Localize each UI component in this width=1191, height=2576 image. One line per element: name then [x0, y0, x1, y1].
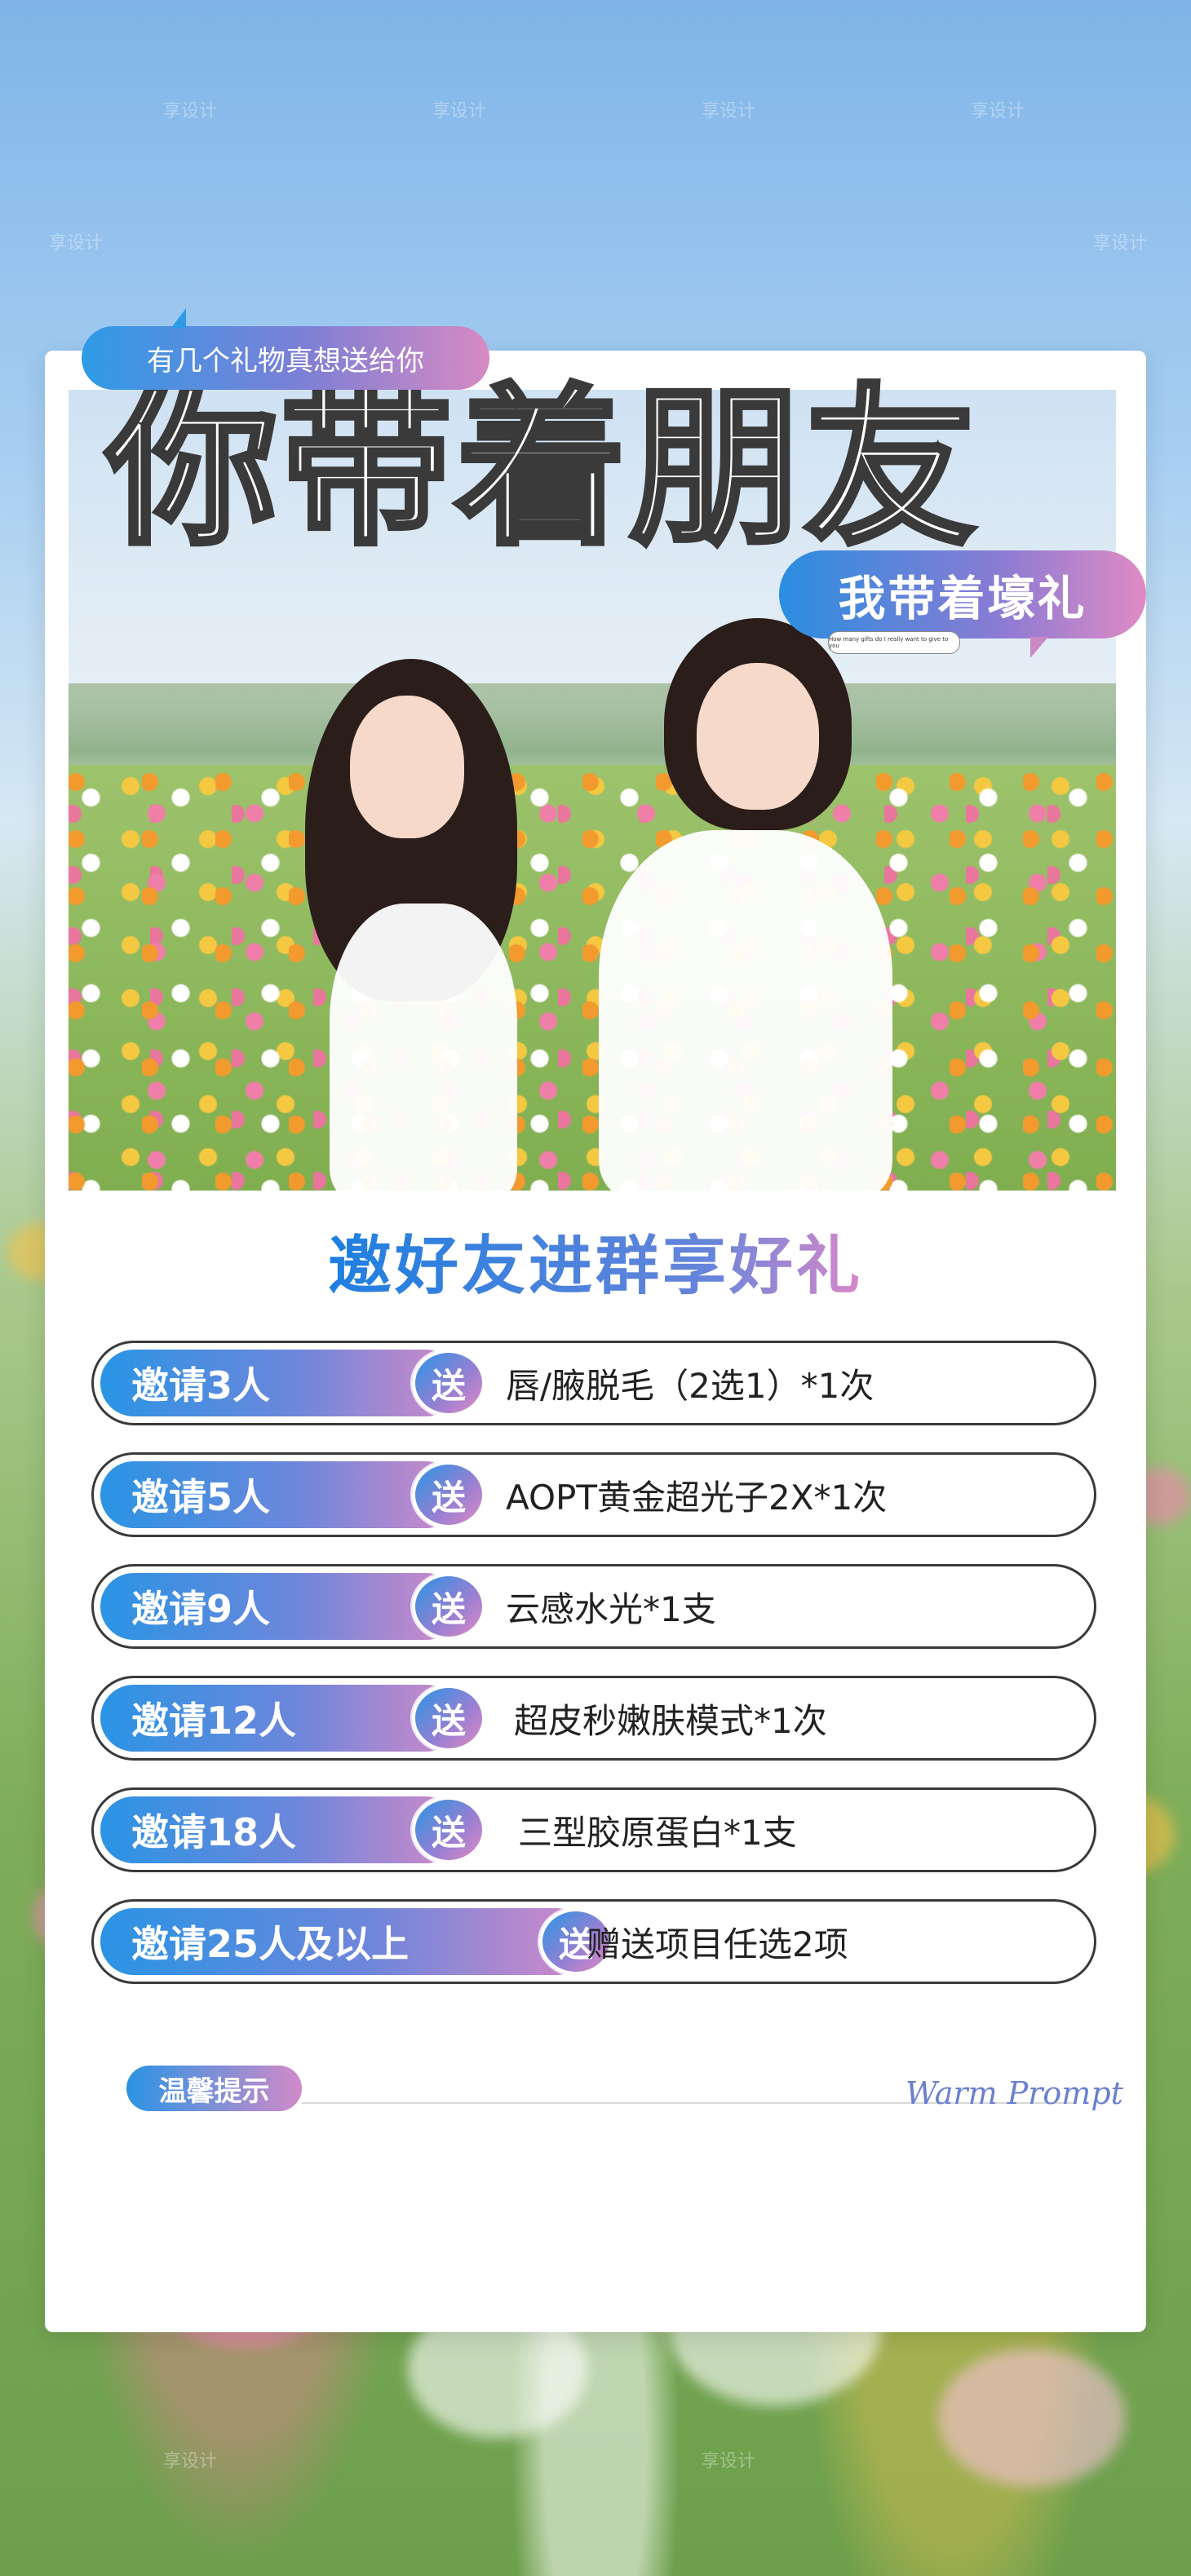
tip-script: Warm Prompt — [905, 2075, 1123, 2111]
reward-row: 邀请25人及以上 送 赠送项目任选2项 — [91, 1899, 1096, 1984]
section-title-part1: 邀好友进群享 — [327, 1230, 729, 1303]
reward-text: 唇/腋脱毛（2选1）*1次 — [506, 1365, 874, 1406]
watermark: 享设计 — [971, 101, 1025, 122]
send-badge: 送 — [412, 1350, 485, 1416]
speech-bubble-text: 有几个礼物真想送给你 — [147, 344, 424, 378]
invite-badge: 邀请5人 — [100, 1461, 459, 1528]
speech-bubble: 有几个礼物真想送给你 — [82, 308, 489, 390]
watermark: 享设计 — [702, 101, 756, 122]
invite-badge: 邀请12人 — [100, 1685, 459, 1752]
headline: 你带着朋友 — [104, 369, 980, 568]
send-badge: 送 — [412, 1796, 485, 1863]
send-badge: 送 — [412, 1461, 485, 1528]
tiny-caption: How many gifts do I really want to give … — [828, 631, 960, 654]
watermark: 享设计 — [163, 101, 218, 122]
section-title-part2: 好礼 — [729, 1230, 864, 1303]
watermark: 享设计 — [49, 233, 104, 254]
reward-row: 邀请18人 送 三型胶原蛋白*1支 — [91, 1787, 1096, 1872]
gift-bubble: 我带着壕礼 — [779, 550, 1146, 658]
reward-row: 邀请3人 送 唇/腋脱毛（2选1）*1次 — [91, 1341, 1096, 1425]
reward-row: 邀请5人 送 AOPT黄金超光子2X*1次 — [91, 1452, 1096, 1537]
gift-bubble-text: 我带着壕礼 — [838, 571, 1087, 626]
photo-person-right — [574, 618, 917, 1191]
reward-text: 赠送项目任选2项 — [587, 1924, 848, 1964]
watermark: 享设计 — [163, 2451, 218, 2472]
watermark: 享设计 — [1093, 233, 1148, 254]
section-title: 邀好友进群享好礼 — [0, 1215, 1191, 1306]
reward-text: 云感水光*1支 — [506, 1588, 716, 1629]
reward-row: 邀请9人 送 云感水光*1支 — [91, 1564, 1096, 1649]
reward-text: AOPT黄金超光子2X*1次 — [506, 1477, 888, 1518]
reward-text: 三型胶原蛋白*1支 — [518, 1812, 797, 1853]
invite-badge: 邀请3人 — [100, 1350, 459, 1416]
watermark: 享设计 — [432, 101, 487, 122]
reward-row: 邀请12人 送 超皮秒嫩肤模式*1次 — [91, 1676, 1096, 1761]
reward-text: 超皮秒嫩肤模式*1次 — [514, 1700, 827, 1741]
invite-badge: 邀请18人 — [100, 1796, 459, 1863]
send-badge: 送 — [412, 1573, 485, 1640]
invite-badge: 邀请25人及以上 — [100, 1908, 590, 1975]
tip-badge: 温馨提示 — [126, 2066, 302, 2111]
watermark: 享设计 — [702, 2451, 756, 2472]
photo-person-left — [289, 659, 550, 1191]
invite-badge: 邀请9人 — [100, 1573, 459, 1640]
send-badge: 送 — [412, 1685, 485, 1752]
